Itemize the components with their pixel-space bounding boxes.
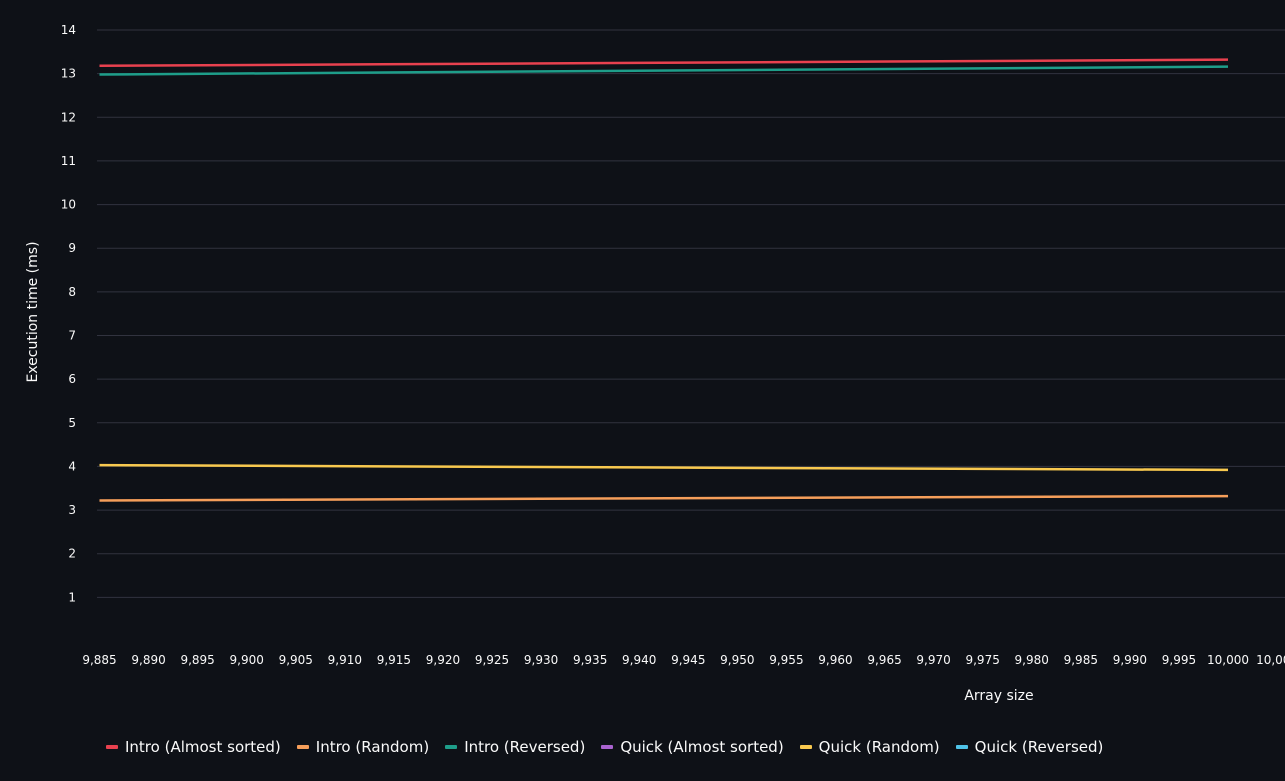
legend-swatch <box>799 745 812 749</box>
x-tick-label: 9,945 <box>671 653 705 667</box>
y-tick-label: 13 <box>61 67 76 81</box>
line-chart: 1234567891011121314 9,885 9,890 9,895 9,900… <box>25 23 1285 704</box>
x-tick-label: 9,930 <box>524 653 558 667</box>
x-tick-label: 9,965 <box>867 653 901 667</box>
gridlines <box>97 29 1285 598</box>
legend-item[interactable]: Quick (Almost sorted) <box>601 738 784 756</box>
x-tick-label: 9,985 <box>1064 653 1098 667</box>
x-tick-label: 10,000 <box>1207 653 1249 667</box>
x-tick-label: 9,890 <box>131 653 165 667</box>
legend-item[interactable]: Intro (Reversed) <box>445 738 585 756</box>
legend-label: Intro (Almost sorted) <box>125 738 281 756</box>
x-tick-label: 9,900 <box>230 653 264 667</box>
y-tick-label: 11 <box>61 154 76 168</box>
x-tick-label: 9,915 <box>377 653 411 667</box>
legend-swatch <box>445 745 458 749</box>
x-axis-title: Array size <box>964 688 1033 704</box>
y-tick-label: 12 <box>61 110 76 124</box>
y-tick-label: 2 <box>68 547 76 561</box>
y-tick-label: 5 <box>68 416 76 430</box>
x-tick-label: 9,895 <box>180 653 214 667</box>
legend-item[interactable]: Intro (Almost sorted) <box>106 738 281 756</box>
x-tick-label: 10,005 <box>1256 653 1285 667</box>
x-tick-label: 9,950 <box>720 653 754 667</box>
y-axis-title: Execution time (ms) <box>25 241 41 382</box>
series-line-intro-almost-sorted <box>99 58 1229 68</box>
x-tick-label: 9,990 <box>1113 653 1147 667</box>
legend-swatch <box>296 745 309 749</box>
legend-label: Intro (Reversed) <box>464 738 586 756</box>
y-tick-label: 10 <box>61 198 76 212</box>
x-tick-label: 9,910 <box>328 653 362 667</box>
legend-label: Quick (Random) <box>818 738 940 756</box>
y-tick-label: 7 <box>68 329 76 343</box>
x-tick-label: 9,995 <box>1162 653 1196 667</box>
y-tick-label: 6 <box>68 372 76 386</box>
x-tick-label: 9,975 <box>965 653 999 667</box>
x-tick-label: 9,885 <box>82 653 116 667</box>
x-tick-label: 9,955 <box>769 653 803 667</box>
legend-label: Quick (Almost sorted) <box>620 738 784 756</box>
legend-item[interactable]: Intro (Random) <box>296 738 430 756</box>
y-tick-label: 9 <box>68 241 76 255</box>
x-tick-label: 9,920 <box>426 653 460 667</box>
legend-swatch <box>601 745 614 749</box>
series-lines <box>99 58 1229 502</box>
y-axis-ticks: 1234567891011121314 <box>61 23 76 604</box>
x-tick-label: 9,905 <box>279 653 313 667</box>
legend-swatch <box>106 745 118 749</box>
legend-label: Quick (Reversed) <box>974 738 1104 756</box>
y-tick-label: 4 <box>68 459 76 473</box>
y-tick-label: 8 <box>68 285 76 299</box>
x-tick-label: 9,970 <box>916 653 950 667</box>
legend-label: Intro (Random) <box>315 738 430 756</box>
series-line-quick-random <box>99 463 1229 472</box>
x-tick-label: 9,960 <box>818 653 852 667</box>
chart-legend: Intro (Almost sorted) Intro (Random) Intro… <box>106 738 1103 756</box>
y-tick-label: 14 <box>61 23 76 37</box>
x-tick-label: 9,935 <box>573 653 607 667</box>
y-tick-label: 1 <box>68 590 76 604</box>
x-axis-ticks: 9,885 9,890 9,895 9,900 9,905 9,910 9,915 9,920… <box>82 653 1285 667</box>
y-tick-label: 3 <box>68 503 76 517</box>
legend-item[interactable]: Quick (Reversed) <box>955 738 1104 756</box>
x-tick-label: 9,940 <box>622 653 656 667</box>
legend-item[interactable]: Quick (Random) <box>799 738 940 756</box>
x-tick-label: 9,980 <box>1015 653 1049 667</box>
x-tick-label: 9,925 <box>475 653 509 667</box>
series-line-intro-random <box>99 494 1229 502</box>
legend-swatch <box>955 745 968 749</box>
